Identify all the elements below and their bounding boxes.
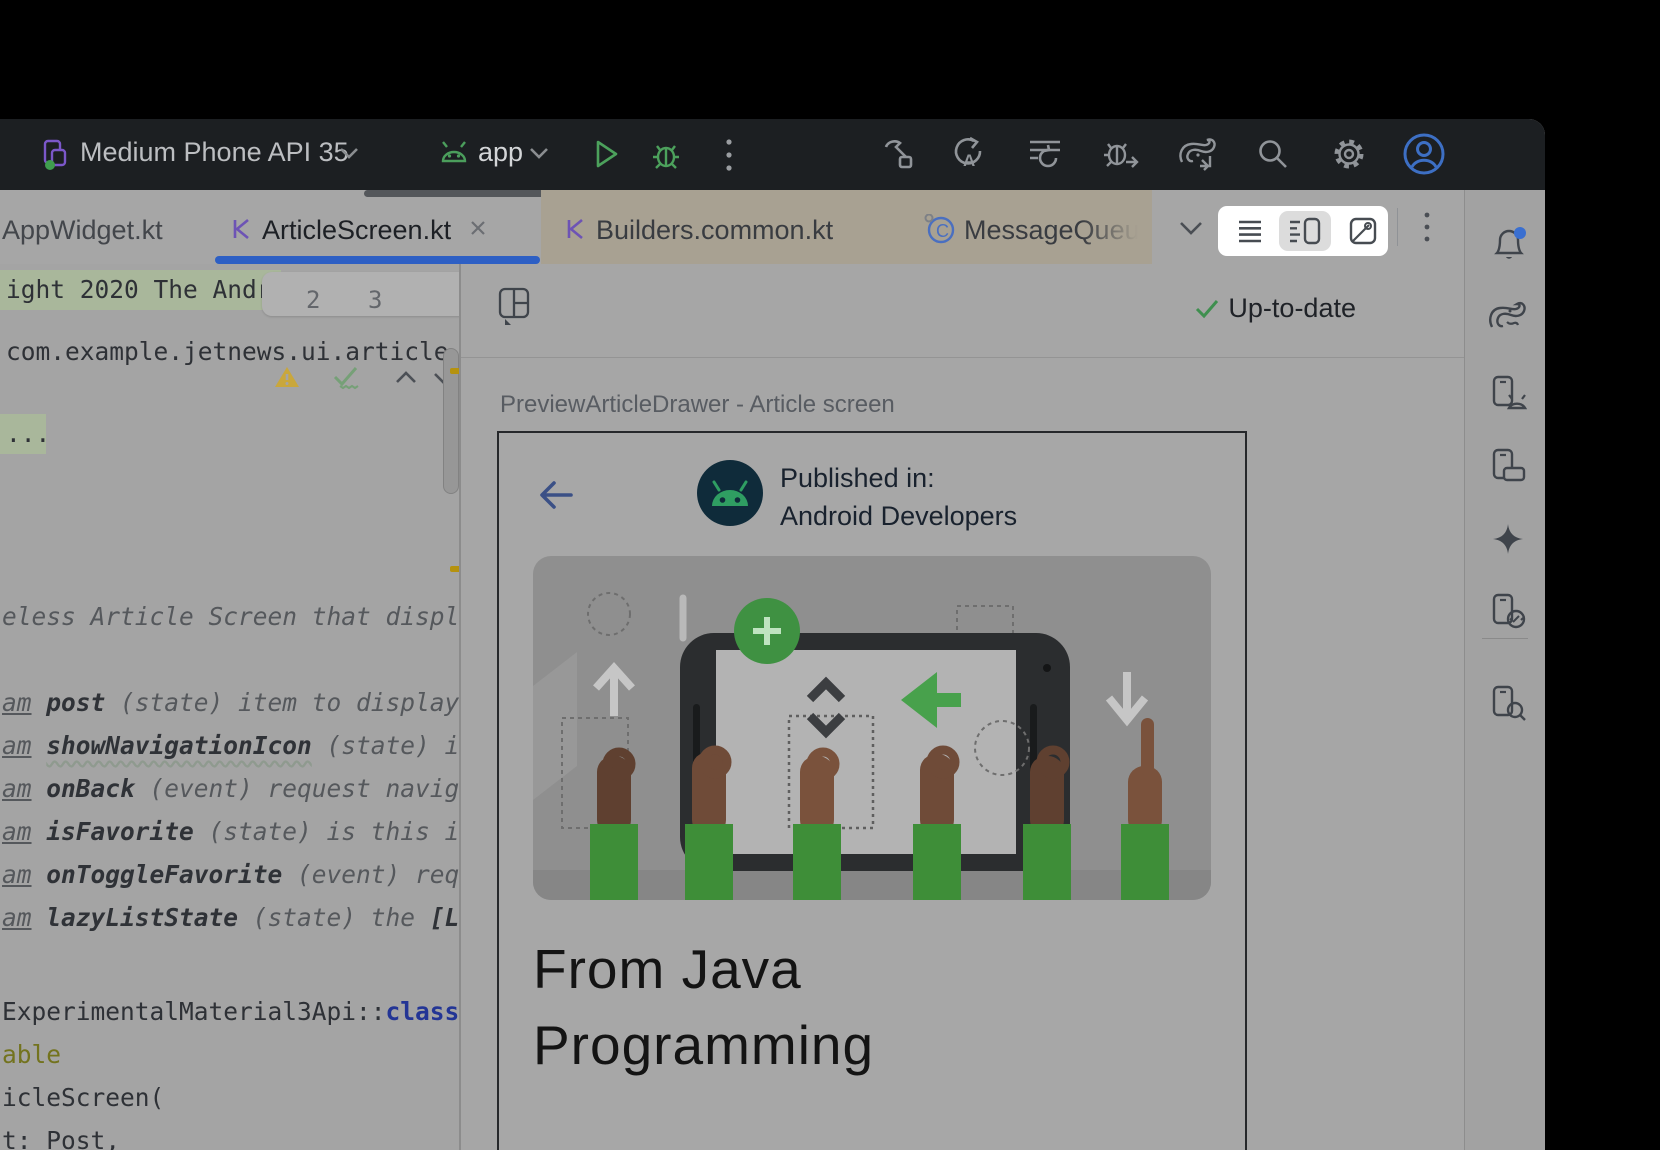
code-line: ight 2020 The Andr	[6, 269, 272, 311]
code-line: am onToggleFavorite (event) requ	[2, 854, 459, 896]
debug-button[interactable]	[650, 138, 682, 170]
toolbar-separator	[1397, 208, 1398, 246]
code-line: icleScreen(	[2, 1077, 164, 1119]
warning-count: 2	[306, 279, 320, 321]
preview-toolbar: Up-to-date	[461, 264, 1464, 358]
tab-builders-common[interactable]: Builders.common.kt	[596, 215, 833, 246]
build-hammer-icon[interactable]	[882, 137, 916, 171]
device-mirroring-icon[interactable]	[1489, 592, 1527, 630]
passed-count: 3	[368, 279, 382, 321]
tab-label-fade	[1082, 190, 1152, 264]
editor-mode-switcher	[1218, 206, 1388, 256]
run-button[interactable]	[592, 138, 620, 170]
code-line: able	[2, 1034, 61, 1076]
apply-changes-icon[interactable]: A	[950, 135, 988, 173]
code-editor[interactable]: ight 2020 The Andr 2	[0, 264, 459, 1150]
tab-list-chevron-icon[interactable]	[1178, 220, 1204, 236]
code-line: eless Article Screen that displ	[2, 596, 459, 638]
device-icon	[42, 139, 70, 171]
gradle-elephant-icon[interactable]	[1487, 298, 1527, 332]
article-preview-card: Published in: Android Developers	[497, 431, 1247, 1150]
design-view-button[interactable]	[1349, 217, 1377, 245]
publisher-avatar	[697, 460, 763, 526]
compose-preview-panel: Up-to-date PreviewArticleDrawer - Articl…	[461, 264, 1464, 1150]
more-actions-button[interactable]	[724, 137, 734, 173]
svg-text:C: C	[936, 221, 949, 241]
preview-canvas[interactable]: PreviewArticleDrawer - Article screen	[461, 358, 1464, 1150]
code-line: am lazyListState (state) the [La	[2, 897, 459, 939]
code-line: am isFavorite (state) is this i	[2, 811, 459, 853]
code-view-button[interactable]	[1236, 217, 1264, 245]
device-manager-icon[interactable]	[1489, 374, 1527, 412]
kotlin-file-icon	[230, 218, 252, 240]
screenshot-canvas: Medium Phone API 35 app	[0, 0, 1660, 1150]
check-icon	[1194, 298, 1220, 320]
preview-status: Up-to-date	[1194, 293, 1356, 324]
split-view-button[interactable]	[1288, 217, 1322, 245]
gemini-sparkle-icon[interactable]	[1491, 522, 1525, 556]
search-everywhere-icon[interactable]	[1256, 137, 1290, 171]
attach-debugger-icon[interactable]	[1102, 136, 1140, 172]
main-toolbar: Medium Phone API 35 app	[0, 119, 1545, 190]
split-editor: ight 2020 The Andr 2	[0, 264, 1464, 1150]
run-configuration[interactable]: app	[478, 137, 523, 168]
code-line: ...	[6, 413, 50, 455]
run-config-chevron-icon[interactable]	[528, 146, 550, 160]
tab-articlescreen[interactable]: ArticleScreen.kt	[262, 215, 451, 246]
warning-stripe-mark[interactable]	[450, 566, 459, 572]
right-tool-window-bar	[1464, 190, 1545, 1150]
code-line: am post (state) item to display	[2, 682, 459, 724]
notifications-bell-icon[interactable]	[1489, 226, 1529, 262]
code-line: t: Post,	[2, 1120, 120, 1150]
inspection-widget[interactable]: 2 3	[262, 272, 459, 316]
code-line: am showNavigationIcon (state) i	[2, 725, 459, 767]
svg-text:A: A	[963, 151, 975, 170]
profile-avatar-icon[interactable]	[1402, 132, 1446, 176]
running-devices-icon[interactable]	[1489, 448, 1527, 484]
close-tab-icon[interactable]	[468, 218, 488, 238]
publisher-name[interactable]: Android Developers	[780, 501, 1017, 532]
preview-name-label: PreviewArticleDrawer - Article screen	[500, 391, 895, 419]
code-line: am onBack (event) request navig	[2, 768, 459, 810]
tab-bar: AppWidget.kt ArticleScreen.kt Builders.c…	[0, 190, 1464, 265]
code-line: com.example.jetnews.ui.article	[6, 331, 449, 373]
device-selector-chevron-icon[interactable]	[338, 146, 360, 160]
layout-orientation-icon[interactable]	[497, 286, 531, 326]
kotlin-file-icon	[564, 218, 586, 240]
toolbar-divider	[1482, 638, 1528, 639]
article-title: From Java Programming	[533, 931, 874, 1083]
back-arrow-icon[interactable]	[537, 477, 575, 513]
device-selector[interactable]: Medium Phone API 35	[80, 137, 349, 168]
code-line: ExperimentalMaterial3Api::class)	[2, 991, 459, 1033]
android-module-icon	[438, 139, 470, 167]
editor-area: AppWidget.kt ArticleScreen.kt Builders.c…	[0, 190, 1464, 1150]
device-explorer-icon[interactable]	[1489, 684, 1527, 722]
tab-options-button[interactable]	[1422, 210, 1432, 244]
warning-stripe-mark[interactable]	[450, 368, 459, 374]
gradle-sync-icon[interactable]	[1176, 136, 1218, 174]
settings-gear-icon[interactable]	[1330, 135, 1368, 173]
tab-appwidget[interactable]: AppWidget.kt	[2, 215, 163, 246]
soft-restart-icon[interactable]	[1026, 137, 1064, 171]
article-hero-image	[533, 556, 1211, 900]
class-file-icon: C	[922, 214, 956, 244]
active-tab-indicator	[215, 256, 540, 264]
published-in-label: Published in:	[780, 463, 935, 494]
android-studio-window: Medium Phone API 35 app	[0, 119, 1545, 1150]
